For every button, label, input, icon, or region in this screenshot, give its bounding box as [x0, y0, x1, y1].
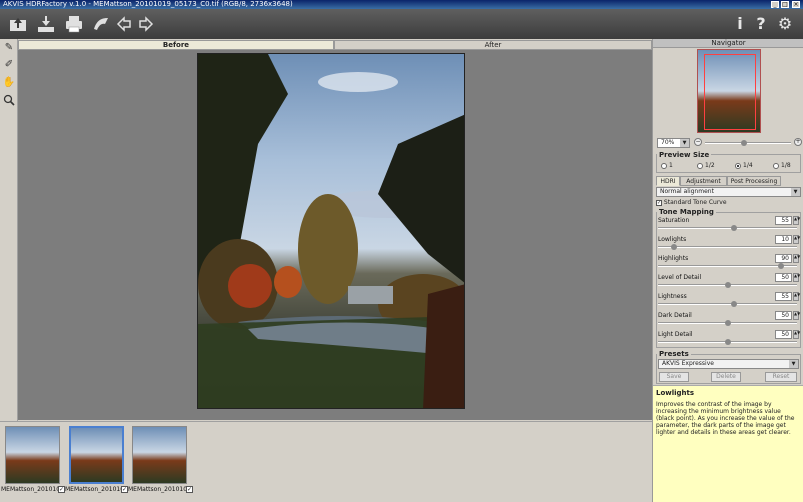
tab-after[interactable]: After: [334, 40, 652, 50]
slider-value-input[interactable]: 55: [775, 292, 792, 301]
thumb-label: MEMattson_20101019_0...: [1, 486, 61, 493]
navigator-thumbnail[interactable]: [697, 49, 761, 133]
slider-spinner[interactable]: ▲▼: [793, 254, 800, 263]
slider-spinner[interactable]: ▲▼: [793, 216, 800, 225]
slider-spinner[interactable]: ▲▼: [793, 330, 800, 339]
slider-label: Saturation: [658, 217, 690, 224]
standard-tone-curve-checkbox[interactable]: ✓ Standard Tone Curve: [656, 199, 727, 206]
maximize-button[interactable]: □: [781, 1, 789, 8]
navigator-title: Navigator: [653, 39, 803, 48]
slider-value-input[interactable]: 50: [775, 311, 792, 320]
window-title: AKVIS HDRFactory v.1.0 - MEMattson_20101…: [3, 0, 293, 8]
presets-value: AKVIS Expressive: [662, 360, 714, 367]
presets-select[interactable]: AKVIS Expressive ▼: [658, 359, 799, 369]
slider-value-input[interactable]: 90: [775, 254, 792, 263]
open-icon[interactable]: [8, 14, 28, 34]
tab-hdri[interactable]: HDRI: [656, 176, 680, 186]
slider-value-input[interactable]: 50: [775, 330, 792, 339]
checkbox-icon: ✓: [656, 199, 662, 206]
hint-title: Lowlights: [656, 389, 695, 397]
share-icon[interactable]: [91, 14, 111, 34]
slider-handle[interactable]: [777, 263, 784, 269]
eraser-icon[interactable]: ✐: [2, 58, 16, 72]
photo-preview[interactable]: [197, 53, 465, 409]
slider-label: Lightness: [658, 293, 687, 300]
preview-size-title: Preview Size: [657, 151, 712, 159]
chevron-down-icon: ▼: [791, 188, 800, 196]
slider-spinner[interactable]: ▲▼: [793, 311, 800, 320]
view-tabs: Before After: [18, 39, 652, 50]
slider-spinner[interactable]: ▲▼: [793, 273, 800, 282]
slider-track[interactable]: [658, 246, 797, 248]
slider-label: Highlights: [658, 255, 689, 262]
zoom-icon[interactable]: [2, 94, 16, 108]
zoom-out-button[interactable]: −: [694, 138, 702, 146]
zoom-in-button[interactable]: +: [794, 138, 802, 146]
thumb-label: MEMattson_20101019_0...: [128, 486, 188, 493]
zoom-slider-handle[interactable]: [741, 140, 747, 146]
zoom-select[interactable]: 70% ▼: [657, 138, 690, 148]
slider-spinner[interactable]: ▲▼: [793, 235, 800, 244]
slider-label: Lowlights: [658, 236, 687, 243]
slider-handle[interactable]: [724, 282, 731, 288]
standard-tone-curve-label: Standard Tone Curve: [663, 199, 727, 206]
delete-preset-button[interactable]: Delete: [711, 372, 741, 382]
filmstrip-thumb-3[interactable]: [132, 426, 187, 484]
arrow-right-icon[interactable]: [138, 14, 154, 34]
filmstrip-thumb-1[interactable]: [5, 426, 60, 484]
alignment-value: Normal alignment: [660, 188, 714, 195]
slider-value-input[interactable]: 55: [775, 216, 792, 225]
filmstrip: MEMattson_20101019_0... MEMattson_201010…: [0, 421, 652, 502]
tone-mapping-title: Tone Mapping: [657, 208, 716, 216]
hand-icon[interactable]: ✋: [2, 76, 16, 90]
slider-value-input[interactable]: 10: [775, 235, 792, 244]
info-icon[interactable]: i: [733, 14, 747, 34]
tab-post-processing[interactable]: Post Processing: [727, 176, 781, 186]
save-icon[interactable]: [36, 14, 56, 34]
slider-handle[interactable]: [724, 320, 731, 326]
preview-size-option-1[interactable]: 1: [661, 162, 673, 169]
pencil-icon[interactable]: ✎: [2, 41, 16, 55]
alignment-select[interactable]: Normal alignment ▼: [656, 187, 801, 197]
gear-icon[interactable]: ⚙: [776, 14, 794, 34]
window-titlebar: AKVIS HDRFactory v.1.0 - MEMattson_20101…: [0, 0, 803, 9]
preview-size-option-3[interactable]: 1/4: [735, 162, 753, 169]
slider-label: Level of Detail: [658, 274, 702, 281]
filmstrip-thumb-2[interactable]: [69, 426, 124, 484]
print-icon[interactable]: [64, 14, 84, 34]
thumb-checkbox[interactable]: ✓: [121, 486, 128, 493]
presets-title: Presets: [657, 350, 691, 358]
slider-label: Dark Detail: [658, 312, 692, 319]
tab-before[interactable]: Before: [18, 40, 334, 50]
preview-size-option-2[interactable]: 1/2: [697, 162, 715, 169]
hint-panel: Lowlights Improves the contrast of the i…: [653, 385, 803, 502]
minimize-button[interactable]: _: [771, 1, 779, 8]
zoom-value: 70%: [661, 139, 675, 146]
slider-track[interactable]: [658, 265, 797, 267]
thumb-label: MEMattson_20101019_0...: [65, 486, 125, 493]
reset-preset-button[interactable]: Reset: [765, 372, 797, 382]
save-preset-button[interactable]: Save: [659, 372, 689, 382]
preview-size-option-4[interactable]: 1/8: [773, 162, 791, 169]
zoom-slider-track[interactable]: [705, 142, 791, 144]
thumb-checkbox[interactable]: ✓: [58, 486, 65, 493]
tool-palette: ✎ ✐ ✋: [0, 39, 18, 421]
slider-label: Light Detail: [658, 331, 693, 338]
main-toolbar: i ? ⚙: [0, 9, 803, 39]
hint-body: Improves the contrast of the image by in…: [656, 401, 795, 436]
chevron-down-icon: ▼: [789, 360, 798, 368]
arrow-left-icon[interactable]: [116, 14, 132, 34]
slider-spinner[interactable]: ▲▼: [793, 292, 800, 301]
thumb-checkbox[interactable]: ✓: [186, 486, 193, 493]
slider-value-input[interactable]: 50: [775, 273, 792, 282]
tab-adjustment[interactable]: Adjustment: [680, 176, 727, 186]
chevron-down-icon: ▼: [680, 139, 689, 147]
slider-handle[interactable]: [724, 339, 731, 345]
help-icon[interactable]: ?: [753, 14, 769, 34]
slider-track[interactable]: [658, 227, 797, 229]
slider-track[interactable]: [658, 303, 797, 305]
close-button[interactable]: ×: [792, 1, 800, 8]
